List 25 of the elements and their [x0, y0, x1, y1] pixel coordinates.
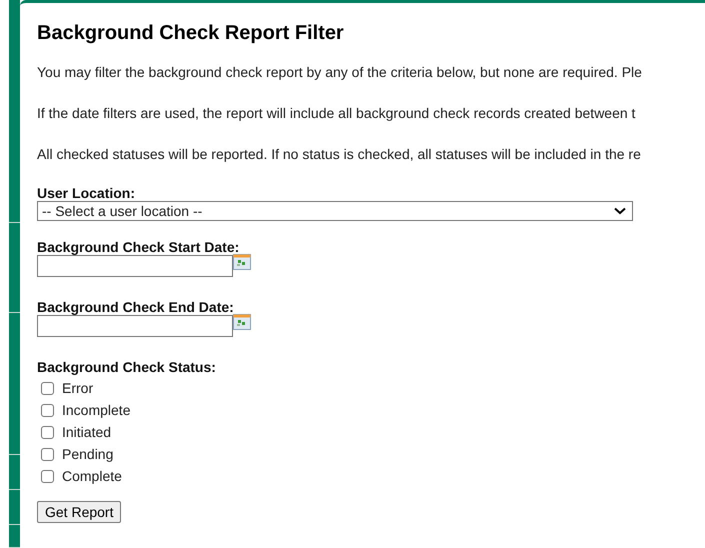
- status-checkbox[interactable]: [41, 448, 54, 460]
- checkbox-label: Incomplete: [62, 402, 130, 418]
- date-input-field[interactable]: [37, 315, 233, 337]
- get-report-button[interactable]: Get Report: [37, 501, 122, 523]
- field-label: User Location:: [37, 185, 136, 201]
- status-checkbox[interactable]: [41, 426, 54, 438]
- field-label: Background Check Status:: [37, 359, 217, 375]
- instruction-text: If the date filters are used, the report will include all background check records created between t: [37, 104, 636, 123]
- field-label: Background Check Start Date:: [37, 239, 240, 255]
- page-title: Background Check Report Filter: [37, 22, 345, 45]
- instruction-text: All checked statuses will be reported. If no status is checked, all statuses will be included in the re: [37, 145, 642, 164]
- checkbox-label: Pending: [62, 446, 114, 462]
- date-input-field[interactable]: [37, 255, 233, 277]
- field-label: Background Check End Date:: [37, 299, 235, 315]
- calendar-icon[interactable]: [233, 314, 251, 330]
- status-checkbox[interactable]: [41, 470, 54, 482]
- status-checkbox[interactable]: [41, 404, 54, 416]
- instruction-text: You may filter the background check report by any of the criteria below, but none are required. Ple: [37, 63, 643, 82]
- status-checkbox[interactable]: [41, 382, 54, 394]
- chevron-down-icon: [614, 207, 626, 215]
- checkbox-label: Initiated: [62, 424, 112, 440]
- checkbox-label: Error: [62, 380, 94, 396]
- calendar-icon[interactable]: [233, 254, 251, 270]
- location-dropdown[interactable]: -- Select a user location --: [37, 201, 633, 221]
- checkbox-label: Complete: [62, 468, 122, 484]
